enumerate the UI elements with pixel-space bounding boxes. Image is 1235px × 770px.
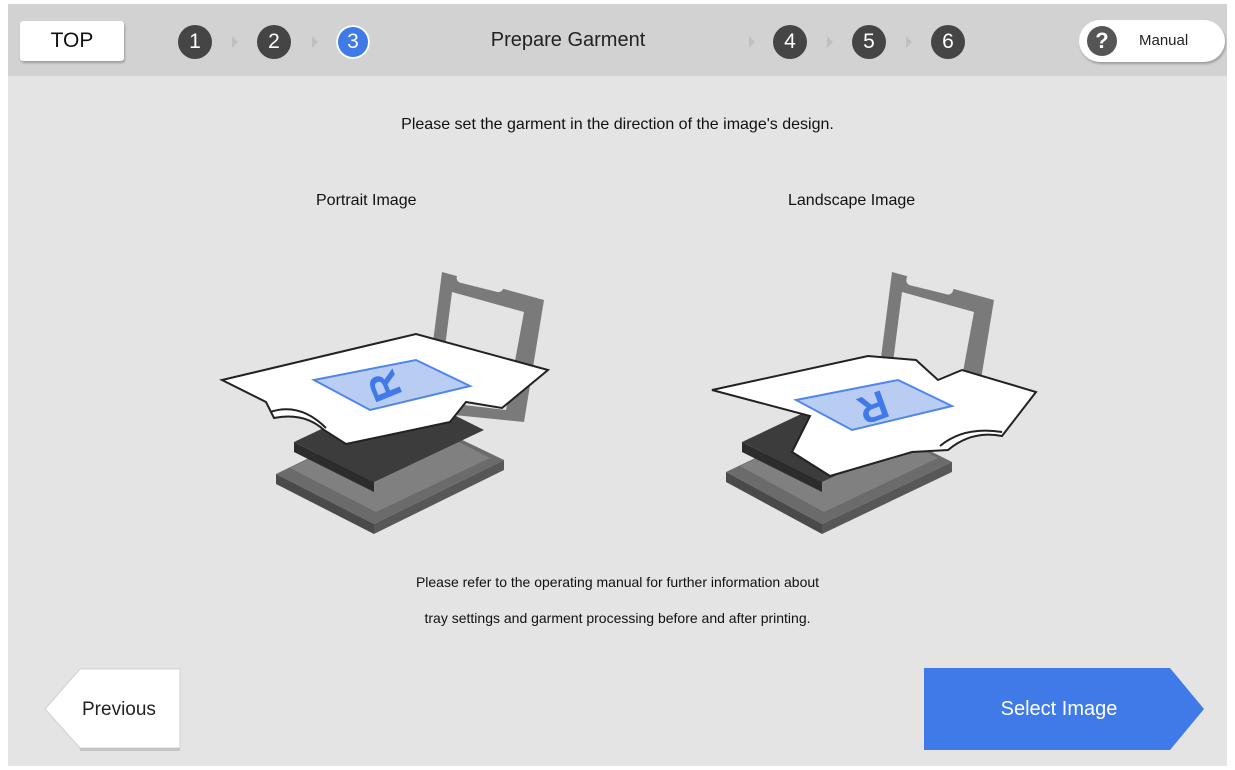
portrait-tray-illustration: R — [219, 271, 550, 534]
step-6: 6 — [931, 25, 965, 59]
step-separator-icon — [906, 36, 912, 48]
step-title: Prepare Garment — [490, 29, 646, 51]
instruction-text: Please set the garment in the direction … — [401, 116, 834, 133]
manual-note-line-1: Please refer to the operating manual for… — [415, 574, 820, 590]
step-separator-icon — [312, 36, 318, 48]
step-separator-icon — [232, 36, 238, 48]
select-image-button[interactable]: Select Image — [924, 668, 1206, 752]
select-image-label: Select Image — [1000, 698, 1118, 720]
step-1: 1 — [178, 25, 212, 59]
step-separator-icon — [749, 36, 755, 48]
step-4: 4 — [773, 25, 807, 59]
previous-button[interactable]: Previous — [44, 668, 182, 752]
portrait-image-label: Portrait Image — [316, 192, 417, 209]
manual-label: Manual — [1139, 32, 1189, 49]
top-button[interactable]: TOP — [20, 21, 124, 61]
landscape-image-label: Landscape Image — [788, 192, 916, 209]
manual-note-line-2: tray settings and garment processing bef… — [424, 610, 811, 626]
step-5: 5 — [852, 25, 886, 59]
app-window: TOP 1 2 3 Prepare Garment 4 5 6 ? Manual… — [8, 4, 1227, 766]
landscape-tray-illustration: R — [711, 272, 1038, 534]
manual-button[interactable]: ? Manual — [1079, 20, 1225, 62]
step-3-current: 3 — [336, 25, 370, 59]
step-header: TOP 1 2 3 Prepare Garment 4 5 6 ? Manual — [8, 4, 1227, 76]
step-2: 2 — [257, 25, 291, 59]
previous-label: Previous — [82, 699, 156, 720]
step-separator-icon — [827, 36, 833, 48]
question-icon: ? — [1087, 26, 1117, 56]
